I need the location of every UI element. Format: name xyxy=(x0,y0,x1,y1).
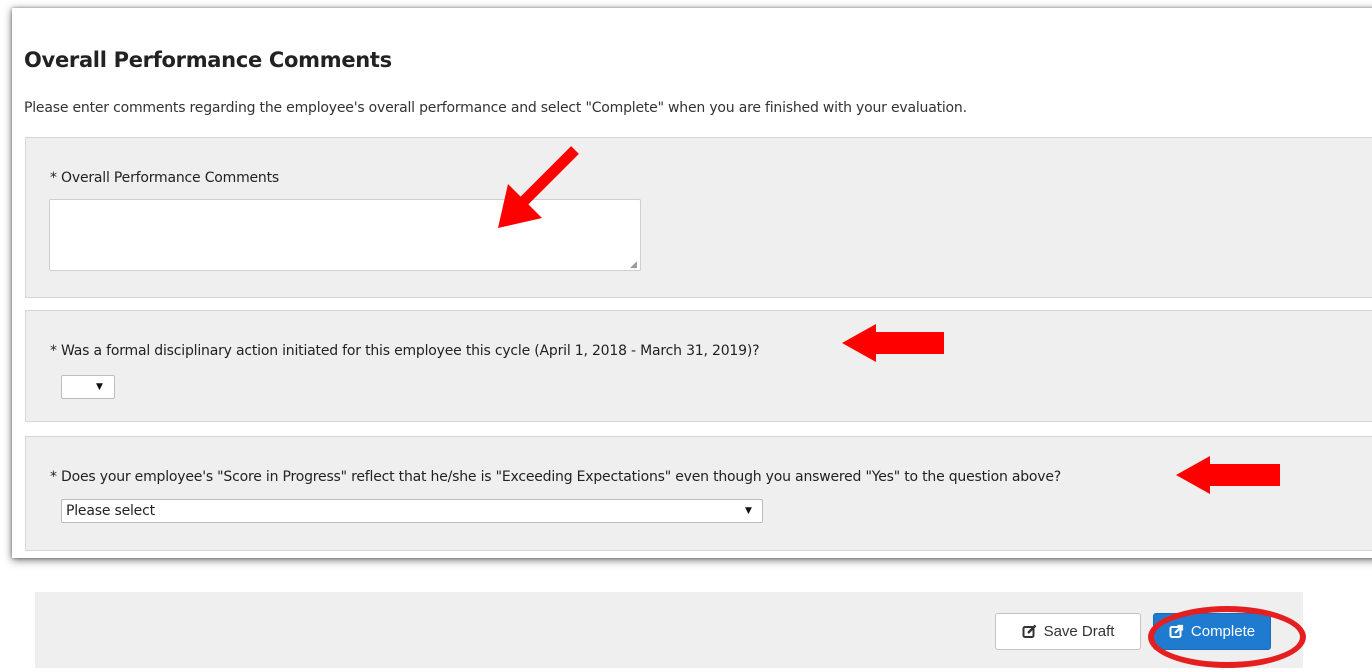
save-draft-label: Save Draft xyxy=(1043,623,1115,640)
question-label-score: * Does your employee's "Score in Progres… xyxy=(50,469,1062,485)
arrow-to-disciplinary-annotation xyxy=(842,324,944,362)
instructions-text: Please enter comments regarding the empl… xyxy=(24,100,967,116)
page-title: Overall Performance Comments xyxy=(24,48,392,72)
save-draft-button[interactable]: Save Draft xyxy=(995,613,1141,650)
question-panel-disciplinary: * Was a formal disciplinary action initi… xyxy=(25,310,1372,422)
exceeding-expectations-select[interactable]: Please select ▼ xyxy=(61,499,763,523)
question-panel-score: * Does your employee's "Score in Progres… xyxy=(25,436,1372,551)
question-panel-comments: * Overall Performance Comments ◢ xyxy=(25,137,1372,298)
disciplinary-action-select[interactable]: ▼ xyxy=(61,375,115,399)
evaluation-card: Overall Performance Comments Please ente… xyxy=(12,8,1372,558)
edit-icon xyxy=(1022,624,1036,638)
complete-button-highlight-annotation xyxy=(1148,606,1306,668)
arrow-to-score-annotation xyxy=(1176,456,1280,494)
selected-value: Please select xyxy=(66,503,155,519)
question-label-comments: * Overall Performance Comments xyxy=(50,170,279,186)
chevron-down-icon: ▼ xyxy=(96,382,103,392)
resize-grip-icon[interactable]: ◢ xyxy=(630,260,637,270)
chevron-down-icon: ▼ xyxy=(745,506,752,516)
arrow-to-comments-annotation xyxy=(498,146,579,228)
action-footer: Save Draft Complete xyxy=(35,592,1303,668)
question-label-disciplinary: * Was a formal disciplinary action initi… xyxy=(50,343,760,359)
